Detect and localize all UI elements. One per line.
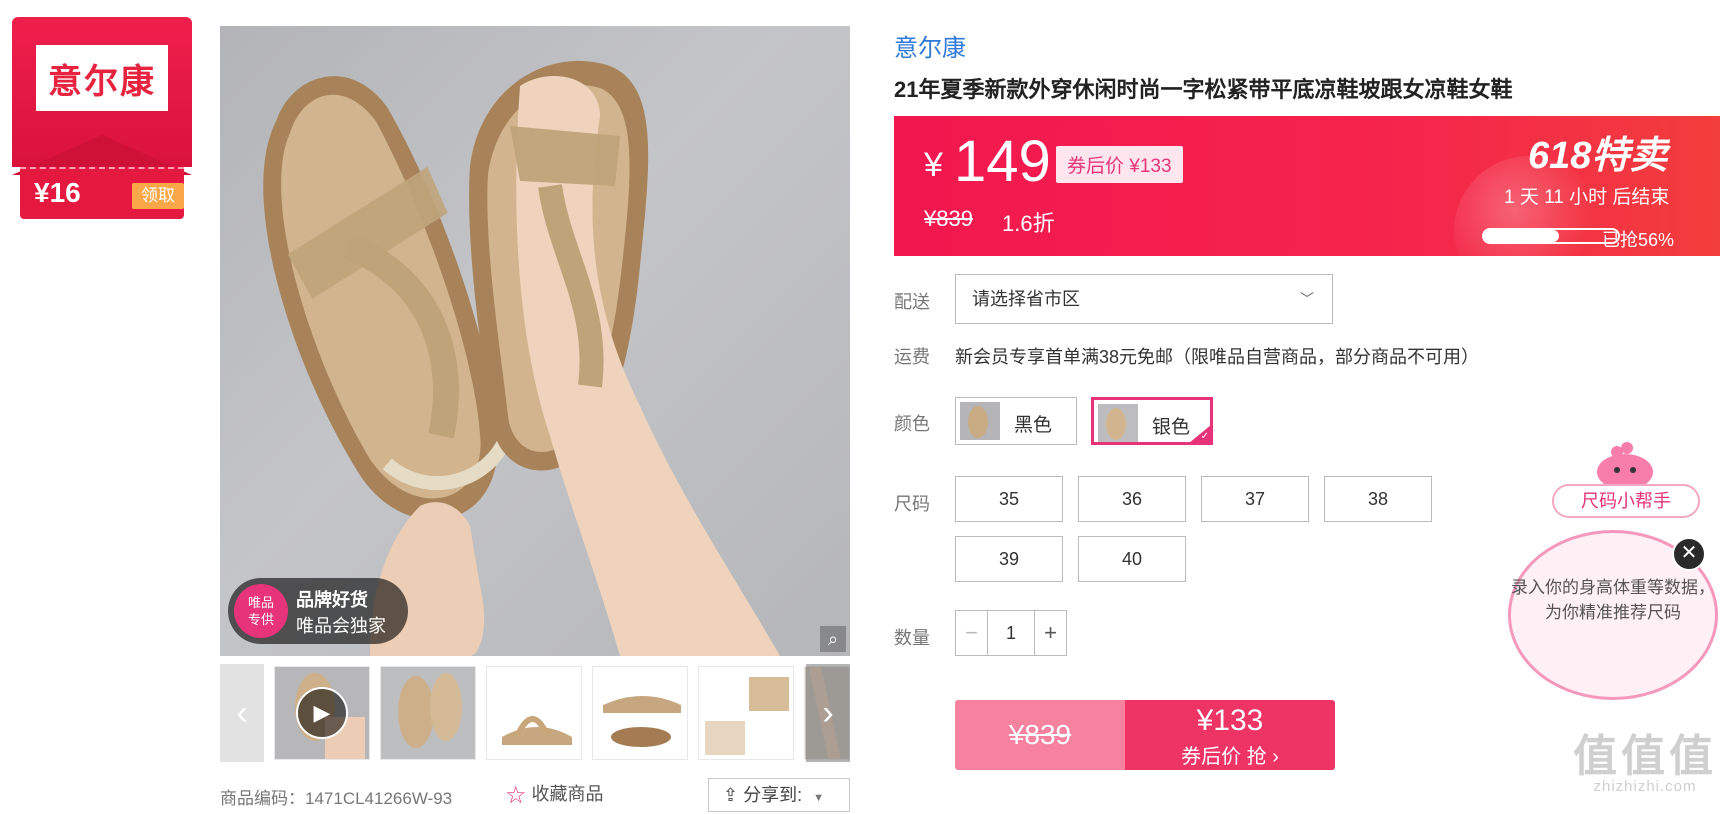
product-code: 商品编码：1471CL41266W-93: [220, 789, 453, 808]
close-icon[interactable]: ✕: [1672, 537, 1706, 571]
badge-title: 品牌好货: [296, 590, 368, 610]
quantity-stepper: − 1 +: [955, 610, 1067, 656]
caret-down-icon: ▼: [813, 792, 825, 804]
size-option[interactable]: 39: [955, 536, 1063, 582]
shipping-label: 运费: [894, 347, 930, 367]
thumbnail[interactable]: [380, 666, 476, 760]
star-icon: ☆: [505, 782, 527, 809]
size-label: 尺码: [894, 494, 930, 514]
thumb-next-button[interactable]: ›: [806, 664, 850, 762]
share-button[interactable]: ⇪ 分享到: ▼: [708, 778, 850, 812]
badge-subtitle: 唯品会独家: [296, 616, 386, 636]
sold-percent-label: 已抢56%: [1602, 230, 1675, 250]
decrement-button[interactable]: −: [956, 611, 988, 655]
size-option[interactable]: 38: [1324, 476, 1432, 522]
delivery-label: 配送: [894, 292, 930, 312]
size-option[interactable]: 35: [955, 476, 1063, 522]
brand-logo: 意尔康: [36, 45, 168, 111]
original-price: ¥839: [924, 206, 973, 231]
thumb-image: [593, 667, 687, 759]
vip-exclusive-badge: 唯品 专供 品牌好货 唯品会独家: [228, 578, 408, 644]
price-banner: ¥ 149 券后价 ¥133 ¥839 1.6折 618特卖 1 天 11 小时…: [894, 116, 1720, 256]
brand-header: 意尔康: [12, 17, 192, 175]
brand-coupon-card[interactable]: 意尔康 ¥16 领取: [12, 17, 192, 222]
sold-progress-bar: [1482, 228, 1620, 244]
favorite-label: 收藏商品: [531, 784, 604, 804]
buy-price: ¥133: [1196, 704, 1264, 737]
color-thumb: [960, 402, 1000, 440]
currency-symbol: ¥: [924, 146, 943, 184]
mascot-icon: [1597, 442, 1653, 490]
badge-circle: 唯品 专供: [234, 584, 288, 638]
region-select[interactable]: 请选择省市区 ﹀: [955, 274, 1333, 324]
color-option-label: 黑色: [1014, 415, 1053, 436]
size-option[interactable]: 40: [1078, 536, 1186, 582]
buy-original-price: ¥839: [955, 700, 1125, 770]
play-video-icon[interactable]: ▶: [296, 687, 348, 739]
product-title: 21年夏季新款外穿休闲时尚一字松紧带平底凉鞋坡跟女凉鞋女鞋: [894, 77, 1513, 102]
thumbnail[interactable]: [698, 666, 794, 760]
sold-progress-fill: [1484, 230, 1560, 242]
coupon-amount: ¥16: [34, 177, 81, 208]
thumb-image: [381, 667, 475, 759]
color-option-silver[interactable]: 银色 ✓: [1091, 397, 1213, 445]
shipping-info: 新会员专享首单满38元免邮（限唯品自营商品，部分商品不可用）: [955, 347, 1480, 367]
claim-coupon-button[interactable]: 领取: [132, 183, 184, 209]
main-product-image[interactable]: 唯品 专供 品牌好货 唯品会独家 ⌕: [220, 26, 850, 656]
quantity-label: 数量: [894, 628, 930, 648]
zoom-icon[interactable]: ⌕: [820, 626, 846, 652]
check-icon: ✓: [1189, 425, 1211, 443]
brand-logo-text: 意尔康: [48, 61, 156, 102]
share-icon: ⇪: [723, 785, 739, 805]
share-label: 分享到:: [743, 785, 803, 805]
thumbnail[interactable]: ▶: [274, 666, 370, 760]
quantity-input[interactable]: 1: [988, 611, 1034, 655]
discount-rate: 1.6折: [1002, 211, 1055, 236]
coupon-price-tag: 券后价 ¥133: [1056, 146, 1183, 183]
region-select-value: 请选择省市区: [972, 289, 1080, 309]
buy-button[interactable]: ¥839 ¥133 券后价 抢 ›: [955, 700, 1335, 770]
thumbnail[interactable]: [486, 666, 582, 760]
favorite-button[interactable]: ☆ 收藏商品: [505, 780, 604, 810]
size-option[interactable]: 37: [1201, 476, 1309, 522]
coupon-strip: ¥16 领取: [20, 167, 184, 219]
current-price: 149: [954, 129, 1051, 194]
chevron-down-icon: ﹀: [1300, 291, 1314, 307]
color-label: 颜色: [894, 414, 930, 434]
watermark: 值值值 zhizhizhi.com: [1565, 720, 1725, 795]
color-option-black[interactable]: 黑色: [955, 397, 1077, 445]
color-option-label: 银色: [1152, 417, 1191, 438]
size-option[interactable]: 36: [1078, 476, 1186, 522]
thumbnail[interactable]: [592, 666, 688, 760]
increment-button[interactable]: +: [1034, 611, 1066, 655]
buy-action-label: 券后价 抢 ›: [1181, 746, 1279, 768]
buy-now-button[interactable]: ¥133 券后价 抢 ›: [1125, 700, 1335, 770]
color-thumb: [1098, 404, 1138, 442]
thumb-image: [699, 667, 793, 759]
thumb-prev-button[interactable]: ‹: [220, 664, 264, 762]
promo-title: 618特卖: [1528, 135, 1668, 177]
sandal-photo: [263, 60, 780, 656]
size-helper-button[interactable]: 尺码小帮手: [1552, 484, 1700, 518]
thumb-image: [487, 667, 581, 759]
brand-link[interactable]: 意尔康: [894, 28, 966, 63]
countdown-timer: 1 天 11 小时 后结束: [1504, 187, 1670, 208]
watermark-logo: 值值值: [1573, 732, 1717, 781]
